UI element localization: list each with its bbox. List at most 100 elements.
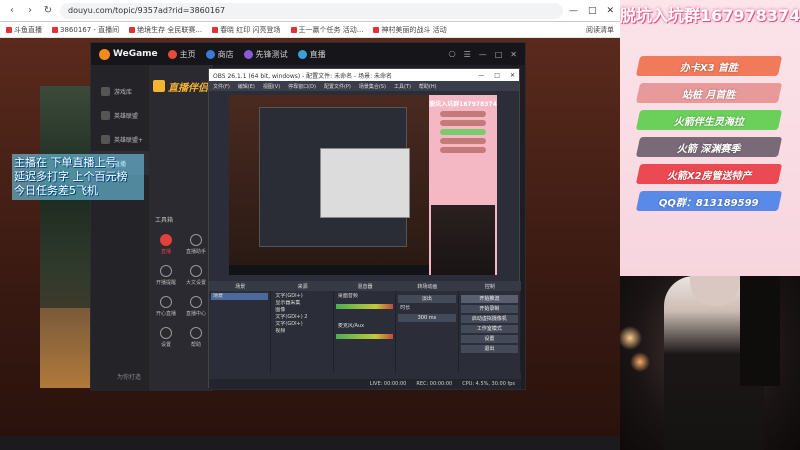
bookmark-icon (290, 26, 297, 33)
wegame-ctrl[interactable]: □ (495, 50, 503, 59)
tool-item[interactable]: 开播提醒 (153, 265, 179, 286)
source-item[interactable]: 文字(GDI+) (273, 321, 330, 328)
controls-dock: 开始推流 开始录制 启动虚拟摄像机 工作室模式 设置 退出 (459, 291, 522, 373)
dock-header-transitions: 转场动画 (417, 283, 438, 290)
bookmark-icon (6, 26, 12, 33)
rec-status: REC: 00:00:00 (416, 381, 453, 387)
wegame-ctrl[interactable]: ☰ (464, 50, 471, 59)
notice-line: 延迟多打字 上个百元榜 (14, 170, 128, 183)
tool-item[interactable]: 开心直播 (153, 296, 179, 317)
menu-file[interactable]: 文件(F) (213, 83, 230, 90)
exit-button[interactable]: 退出 (460, 345, 519, 353)
companion-icon (153, 80, 165, 92)
reward-item: 站桩 月首胜 (635, 83, 783, 103)
bookmark[interactable]: 神村美丽的战斗 活动 (373, 25, 447, 35)
sidebar-item[interactable]: 英雄联盟+ (91, 127, 149, 151)
studio-mode-button[interactable]: 工作室模式 (460, 325, 519, 333)
tool-item[interactable]: 大文设置 (183, 265, 209, 286)
tab-home[interactable]: 主页 (167, 49, 196, 60)
tab-live[interactable]: 直播 (297, 49, 326, 60)
menu-edit[interactable]: 编辑(E) (238, 83, 255, 90)
transition-select[interactable]: 淡出 (398, 295, 456, 303)
sidebar-item[interactable]: 英雄联盟 (91, 103, 149, 127)
source-item[interactable]: 文字(GDI+) (273, 293, 330, 300)
live-icon (297, 49, 307, 59)
notice-line: 主播在 下单直播上号 (14, 156, 117, 169)
dock-header-sources: 来源 (297, 283, 308, 290)
menu-profile[interactable]: 配置文件(P) (324, 83, 351, 90)
settings-button[interactable]: 设置 (460, 335, 519, 343)
toolbox-title: 工具箱 (155, 217, 174, 224)
wegame-ctrl[interactable]: ⎔ (449, 50, 456, 59)
back-icon[interactable]: ‹ (6, 5, 18, 17)
minimize-icon[interactable]: — (569, 6, 578, 16)
qq-group-item: QQ群：813189599 (635, 191, 783, 211)
source-item[interactable]: 视频 (273, 328, 330, 335)
obs-titlebar: OBS 26.1.1 (64 bit, windows) - 配置文件: 未命名… (209, 69, 519, 81)
mixer-dock: 桌面音频 麦克风/Aux (334, 291, 397, 373)
tool-item[interactable]: 直播助手 (183, 234, 209, 255)
forward-icon[interactable]: › (24, 5, 36, 17)
tab-beta[interactable]: 先锋测试 (243, 49, 288, 60)
sidebar-item[interactable]: 游戏库 (91, 79, 149, 103)
nested-capture-inner (320, 148, 410, 218)
bookmark[interactable]: 春晓 红印 闪亮登场 (212, 25, 281, 35)
start-recording-button[interactable]: 开始录制 (460, 305, 519, 313)
preview-capture (229, 95, 429, 265)
bookmark[interactable]: 3860167 - 直播间 (52, 25, 119, 35)
duration-field[interactable]: 300 ms (398, 314, 456, 322)
center-icon (190, 296, 202, 308)
mixer-channel-label: 麦克风/Aux (337, 323, 365, 329)
bookmark[interactable]: 斗鱼直播 (6, 25, 42, 35)
store-icon (205, 49, 215, 59)
close-icon[interactable]: ✕ (606, 6, 614, 16)
live-companion-panel: 直播伴侣 工具箱 直播 直播助手 开播提醒 大文设置 开心直播 直播中心 设置 … (149, 65, 213, 391)
start-streaming-button[interactable]: 开始推流 (460, 295, 519, 303)
menu-view[interactable]: 视图(V) (263, 83, 280, 90)
game-icon (101, 110, 110, 120)
wegame-logo-icon (99, 48, 110, 60)
reading-list[interactable]: 阅读清单 (586, 25, 614, 35)
virtual-camera-button[interactable]: 启动虚拟摄像机 (460, 315, 519, 323)
assistant-icon (190, 234, 202, 246)
url-field[interactable]: douyu.com/topic/9357ad?rid=3860167 (60, 2, 563, 19)
menu-tools[interactable]: 工具(T) (394, 83, 411, 90)
wegame-sidebar: 游戏库 英雄联盟 英雄联盟+ 直播 (91, 65, 149, 391)
maximize-icon[interactable]: □ (588, 6, 597, 16)
tool-item[interactable]: 帮助 (183, 327, 209, 348)
tab-store[interactable]: 商店 (205, 49, 234, 60)
scenes-dock: 场景 (209, 291, 272, 373)
obs-preview[interactable]: 脱坑入坑群167978374 (229, 95, 497, 275)
bookmark[interactable]: 王一赢个任务 活动... (290, 25, 363, 35)
bell-icon (160, 265, 172, 277)
game-preview (40, 86, 92, 346)
menu-scene-collection[interactable]: 场景集合(S) (359, 83, 386, 90)
source-item[interactable]: 显示器采集 (273, 300, 330, 307)
source-item[interactable]: 文字(GDI+) 2 (273, 314, 330, 321)
tool-item[interactable]: 直播 (153, 234, 179, 255)
wegame-ctrl[interactable]: ✕ (510, 50, 517, 59)
reward-item: 办卡X3 首胜 (635, 56, 783, 76)
menu-help[interactable]: 帮助(H) (419, 83, 437, 90)
streamer-notice: 主播在 下单直播上号 延迟多打字 上个百元榜 今日任务差5飞机 (12, 154, 144, 200)
volume-meter[interactable] (335, 304, 394, 309)
wegame-ctrl[interactable]: — (479, 50, 487, 59)
bookmarks-bar: 斗鱼直播 3860167 - 直播间 绝境生存 全民联赛... 春晓 红印 闪亮… (0, 22, 620, 38)
bookmark[interactable]: 绝境生存 全民联赛... (129, 25, 202, 35)
tool-item[interactable]: 设置 (153, 327, 179, 348)
help-icon (190, 327, 202, 339)
close-icon[interactable]: ✕ (510, 72, 515, 79)
source-item[interactable]: 图像 (273, 307, 330, 314)
reload-icon[interactable]: ↻ (42, 5, 54, 17)
gear-icon (160, 327, 172, 339)
maximize-icon[interactable]: □ (494, 72, 500, 79)
cpu-status: CPU: 4.5%, 30.00 fps (462, 381, 515, 387)
minimize-icon[interactable]: — (478, 72, 484, 79)
volume-meter[interactable] (335, 334, 394, 339)
tool-item[interactable]: 直播中心 (183, 296, 209, 317)
group-title: 脱坑入坑群167978374 (620, 6, 800, 25)
scene-item[interactable]: 场景 (211, 293, 269, 300)
nested-capture (259, 107, 410, 247)
wegame-footer: 为你打造 (117, 374, 142, 381)
menu-docks[interactable]: 停靠窗口(D) (288, 83, 316, 90)
